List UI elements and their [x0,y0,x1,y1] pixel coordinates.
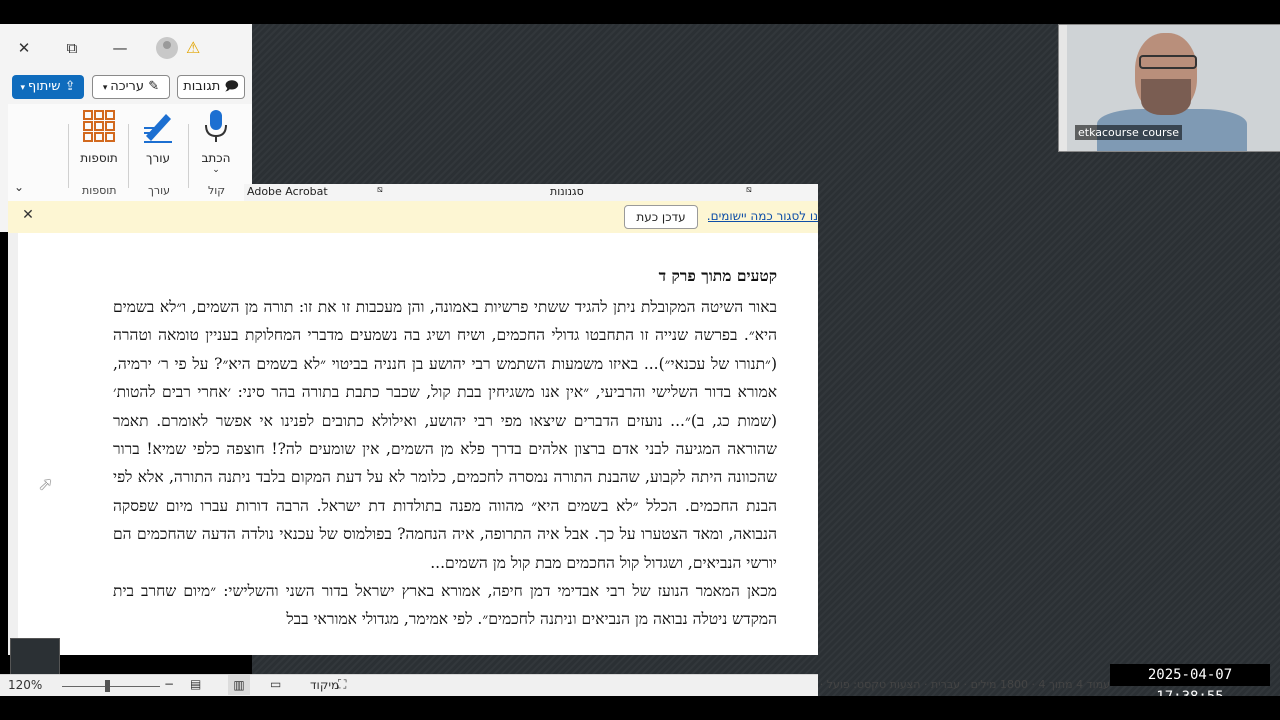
focus-icon[interactable]: ⛶ [338,677,346,692]
close-icon[interactable]: ✕ [18,207,38,223]
dialog-launcher-icon[interactable]: ⧅ [377,185,383,195]
microphone-icon [205,110,227,142]
document-page[interactable]: קטעים מתוך פרק ד באור השיטה המקובלת ניתן… [18,233,818,655]
document-heading: קטעים מתוך פרק ד [658,266,777,285]
recording-timestamp: 2025-04-07 17:38:55 [1110,664,1270,705]
addins-button[interactable]: תוספות [76,108,122,165]
account-avatar[interactable] [156,37,178,59]
addins-grid-icon [83,110,115,142]
dictate-label: הכתב [201,151,231,165]
mouse-cursor-icon: ➚ [38,474,54,495]
document-paragraph: מכאן המאמר הנועז של רבי אבדימי דמן חיפה,… [113,582,777,629]
close-window-button[interactable]: ✕ [12,38,36,58]
styles-group-label: סגנונות [550,185,584,198]
share-button[interactable]: ▾ שיתוף ⇪ [12,75,84,99]
notification-link[interactable]: נו לסגור כמה יישומים. [708,209,818,223]
participant-name: etkacourse course [1075,125,1183,140]
focus-label[interactable]: מיקוד [310,678,339,692]
presenter-glasses [1139,55,1197,69]
status-bar: 120% − ▤ ▥ ▭ מיקוד ⛶ [0,674,818,697]
restore-window-button[interactable]: ⧉ [60,38,84,58]
editor-group-label: עורך [148,184,170,197]
pencil-icon: ✎ [148,79,160,94]
group-divider [128,124,129,188]
ribbon-collapse-button[interactable]: ⌄ [14,180,24,194]
chevron-down-icon: ⌄ [212,165,220,175]
warning-icon[interactable]: ⚠ [186,38,200,58]
share-icon: ⇪ [64,79,76,94]
dictate-button[interactable]: הכתב ⌄ [194,108,238,175]
comments-label: תגובות [183,79,221,94]
update-notification-bar: ✕ עדכן כעת נו לסגור כמה יישומים. [8,201,818,234]
zoom-out-icon[interactable]: − [164,677,174,691]
editing-mode-button[interactable]: ▾ עריכה ✎ [92,75,170,99]
group-divider [188,124,189,188]
screen-bottom-bar [0,696,1280,720]
presenter-beard [1141,79,1191,115]
ribbon-group-strip: Adobe Acrobat ⧅ סגנונות ⧅ [244,184,818,201]
share-label: שיתוף [27,79,61,94]
addins-group-label: תוספות [82,184,117,197]
group-divider [68,124,69,188]
addins-label: תוספות [80,151,118,165]
editing-label: עריכה [110,79,145,94]
chevron-down-icon: ▾ [20,83,28,93]
read-mode-icon[interactable]: ▭ [270,677,281,691]
print-layout-icon[interactable]: ▥ [228,675,250,695]
document-body: קטעים מתוך פרק ד באור השיטה המקובלת ניתן… [113,259,777,634]
update-now-button[interactable]: עדכן כעת [624,205,698,229]
web-layout-icon[interactable]: ▤ [190,677,201,691]
status-details: עמוד 4 מתוך 4 · 1800 מילים · עברית · הצע… [820,678,1110,691]
dialog-launcher-icon[interactable]: ⧅ [746,185,752,195]
comment-icon: 🗩 [224,79,239,94]
editor-pen-icon [144,114,172,143]
webcam-video: etkacourse course [1067,25,1280,151]
voice-group-label: קול [208,184,226,197]
comments-button[interactable]: תגובות 🗩 [177,75,245,99]
zoom-level[interactable]: 120% [8,678,42,692]
webcam-overlay: etkacourse course [1058,24,1280,152]
minimize-window-button[interactable]: — [108,38,132,58]
editor-label: עורך [146,151,170,165]
editor-button[interactable]: עורך [136,108,180,165]
screen-top-bar [0,0,1280,24]
acrobat-group-label: Adobe Acrobat [247,185,328,198]
zoom-slider-thumb[interactable] [105,680,110,692]
document-paragraph: באור השיטה המקובלת ניתן להגיד ששתי פרשיו… [113,298,777,572]
zoom-slider[interactable] [62,686,160,687]
person-icon [163,41,171,49]
